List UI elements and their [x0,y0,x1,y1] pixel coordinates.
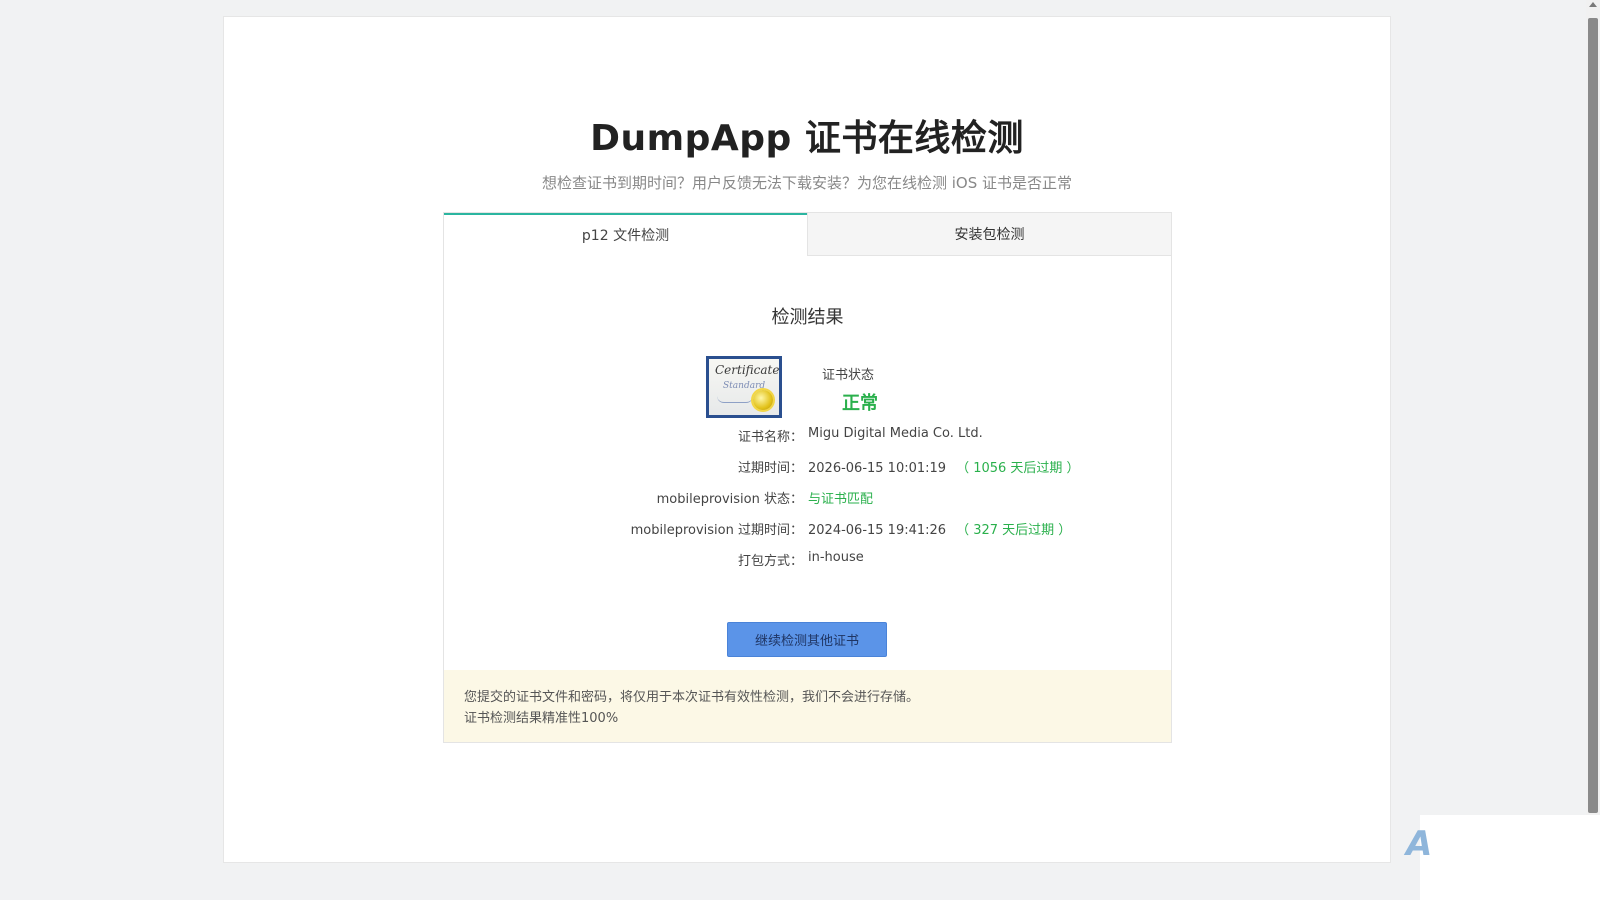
page-scrollbar[interactable] [1586,0,1600,815]
info-value: in-house [808,550,864,565]
package-type-value: in-house [808,550,864,565]
certificate-status-block: Certificate Standard 证书状态 正常 [706,356,1006,422]
page-title: DumpApp 证书在线检测 [590,118,1024,159]
certificate-status-value: 正常 [842,393,878,414]
corner-glyph: A [1406,824,1433,864]
info-value: 2024-06-15 19:41:26 （ 327 天后过期 ） [808,519,1071,538]
check-panel: p12 文件检测 安装包检测 检测结果 Certificate Standard… [443,212,1172,743]
info-row-cert-name: 证书名称： Migu Digital Media Co. Ltd. [444,419,1173,450]
result-title: 检测结果 [771,307,844,328]
info-row-expiry: 过期时间： 2026-06-15 10:01:19 （ 1056 天后过期 ） [444,450,1173,481]
info-value: Migu Digital Media Co. Ltd. [808,426,983,441]
notice-line-1: 您提交的证书文件和密码，将仅用于本次证书有效性检测，我们不会进行存储。 [464,690,920,705]
page-subtitle: 想检查证书到期时间？用户反馈无法下载安装？为您在线检测 iOS 证书是否正常 [541,174,1073,192]
info-row-package-type: 打包方式： in-house [444,543,1173,574]
mobileprovision-days-remaining: （ 327 天后过期 ） [956,523,1072,538]
continue-check-button[interactable]: 继续检测其他证书 [727,622,887,657]
info-key: 过期时间： [737,461,803,476]
info-key: mobileprovision 过期时间： [630,523,803,538]
info-value: 与证书匹配 [808,488,873,507]
info-key: mobileprovision 状态： [656,492,803,507]
info-key: 证书名称： [737,430,803,445]
privacy-notice: 您提交的证书文件和密码，将仅用于本次证书有效性检测，我们不会进行存储。 证书检测… [444,670,1171,742]
scrollbar-thumb[interactable] [1588,18,1598,813]
mobileprovision-expiry-value: 2024-06-15 19:41:26 [808,523,947,538]
browser-viewport: DumpApp 证书在线检测 想检查证书到期时间？用户反馈无法下载安装？为您在线… [0,0,1600,900]
mobileprovision-status-value: 与证书匹配 [808,492,874,507]
expiry-days-remaining: （ 1056 天后过期 ） [956,461,1080,476]
info-row-mobileprovision-status: mobileprovision 状态： 与证书匹配 [444,481,1173,512]
corner-overlay [1420,815,1600,900]
info-key: 打包方式： [737,554,803,569]
notice-line-2: 证书检测结果精准性100% [464,711,619,726]
certificate-icon-text: Certificate [715,363,780,377]
seal-icon [753,390,773,410]
certificate-status-label: 证书状态 [822,368,875,383]
info-value: 2026-06-15 10:01:19 （ 1056 天后过期 ） [808,457,1080,476]
certificate-wave-decoration [717,396,753,403]
certificate-icon-subtext: Standard [723,381,766,391]
certificate-icon: Certificate Standard [706,356,782,418]
tab-bar: p12 文件检测 安装包检测 [444,213,1171,256]
info-row-mobileprovision-expiry: mobileprovision 过期时间： 2024-06-15 19:41:2… [444,512,1173,543]
certificate-info-table: 证书名称： Migu Digital Media Co. Ltd. 过期时间： … [444,419,1173,574]
main-card: DumpApp 证书在线检测 想检查证书到期时间？用户反馈无法下载安装？为您在线… [223,16,1391,863]
tab-p12-check[interactable]: p12 文件检测 [444,213,807,256]
tab-package-check[interactable]: 安装包检测 [807,213,1171,255]
scroll-up-arrow-icon[interactable] [1589,2,1597,7]
cert-name-value: Migu Digital Media Co. Ltd. [808,426,983,441]
expiry-value: 2026-06-15 10:01:19 [808,461,947,476]
